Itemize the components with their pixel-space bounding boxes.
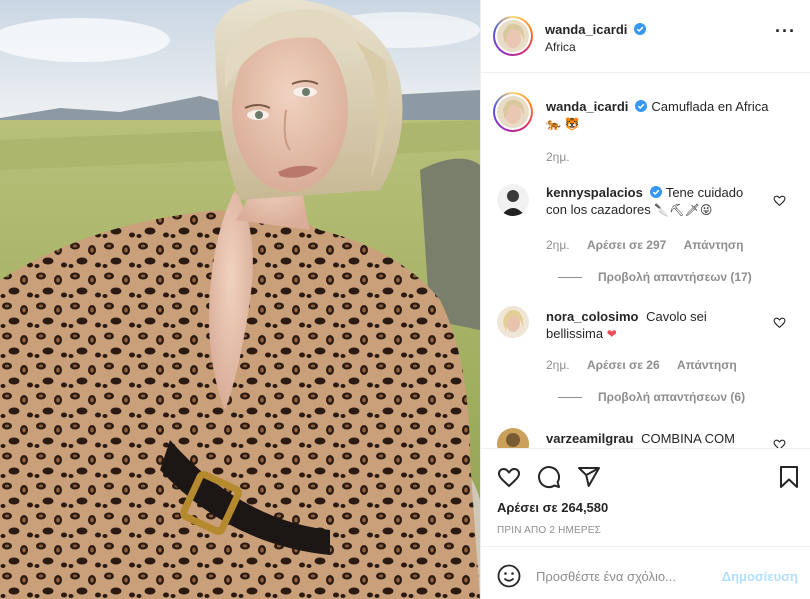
caption-text: Camuflada en Africa bbox=[651, 99, 769, 114]
comment-username[interactable]: kennyspalacios bbox=[546, 185, 643, 200]
like-comment-heart-icon[interactable] bbox=[773, 438, 786, 448]
avatar-image bbox=[497, 96, 529, 128]
comment-input[interactable] bbox=[536, 561, 706, 591]
divider-line bbox=[558, 277, 582, 279]
avatar-image bbox=[497, 20, 529, 52]
author-username[interactable]: wanda_icardi bbox=[545, 22, 627, 37]
comment-likes[interactable]: Αρέσει σε 297 bbox=[587, 238, 666, 252]
caption-emoji: 🐅 🐯 bbox=[546, 117, 580, 131]
post-location[interactable]: Africa bbox=[545, 40, 576, 54]
author-avatar[interactable] bbox=[493, 16, 533, 56]
view-replies-label: Προβολή απαντήσεων (6) bbox=[598, 390, 746, 404]
bookmark-icon[interactable] bbox=[777, 465, 801, 489]
more-options-icon[interactable]: ··· bbox=[775, 22, 796, 40]
avatar-image bbox=[497, 306, 529, 338]
caption-time[interactable]: 2ημ. bbox=[546, 150, 570, 164]
like-comment-heart-icon[interactable] bbox=[773, 194, 786, 207]
caption-username[interactable]: wanda_icardi bbox=[546, 99, 628, 114]
comment-username[interactable]: nora_colosimo bbox=[546, 309, 638, 324]
post-comment-button[interactable]: Δημοσίευση bbox=[722, 569, 798, 584]
comment-text: Cavolo sei bbox=[646, 309, 707, 324]
post-time[interactable]: ΠΡΙΝ ΑΠΟ 2 ΗΜΕΡΕΣ bbox=[497, 525, 601, 536]
post-photo[interactable] bbox=[0, 0, 480, 599]
view-replies-button[interactable]: Προβολή απαντήσεων (6) bbox=[544, 390, 745, 404]
comment-emoji: 🔪⛏🗡😜 bbox=[654, 203, 713, 217]
likes-count[interactable]: Αρέσει σε 264,580 bbox=[497, 500, 608, 515]
comment-time[interactable]: 2ημ. bbox=[546, 358, 570, 372]
comment-icon[interactable] bbox=[537, 465, 561, 489]
view-replies-button[interactable]: Προβολή απαντήσεων (17) bbox=[544, 270, 752, 284]
post-details-panel: wanda_icardi Africa ··· wanda_icardi Cam… bbox=[480, 0, 810, 599]
comment-text: Tene cuidado bbox=[665, 185, 744, 200]
reply-button[interactable]: Απάντηση bbox=[677, 358, 737, 372]
commenter-avatar[interactable] bbox=[497, 306, 529, 338]
verified-badge-icon bbox=[635, 100, 648, 112]
post-header: wanda_icardi Africa ··· bbox=[481, 0, 810, 73]
comment-username[interactable]: varzeamilgrau bbox=[546, 431, 633, 446]
verified-badge-icon bbox=[634, 23, 646, 35]
reply-button[interactable]: Απάντηση bbox=[684, 238, 744, 252]
comment-text: COMBINA COM bbox=[641, 431, 735, 446]
post-actions: Αρέσει σε 264,580 ΠΡΙΝ ΑΠΟ 2 ΗΜΕΡΕΣ bbox=[481, 448, 810, 546]
post-image bbox=[0, 0, 480, 599]
heart-emoji: ❤ bbox=[606, 327, 617, 341]
share-icon[interactable] bbox=[577, 465, 601, 489]
comment-text-line2: con los cazadores bbox=[546, 202, 651, 217]
caption-avatar[interactable] bbox=[493, 92, 533, 132]
comments-list[interactable]: wanda_icardi Camuflada en Africa 🐅 🐯 2ημ.… bbox=[481, 74, 810, 448]
comment-likes[interactable]: Αρέσει σε 26 bbox=[587, 358, 660, 372]
divider-line bbox=[558, 397, 582, 399]
verified-badge-icon bbox=[649, 186, 662, 198]
commenter-avatar[interactable] bbox=[497, 428, 529, 448]
like-comment-heart-icon[interactable] bbox=[773, 316, 786, 329]
emoji-picker-icon[interactable] bbox=[497, 564, 521, 588]
comment-text-line2: bellissima bbox=[546, 326, 604, 341]
avatar-image bbox=[497, 428, 529, 448]
avatar-image bbox=[497, 184, 529, 216]
commenter-avatar[interactable] bbox=[497, 184, 529, 216]
heart-icon[interactable] bbox=[497, 465, 521, 489]
comment-time[interactable]: 2ημ. bbox=[546, 238, 570, 252]
add-comment-bar: Δημοσίευση bbox=[481, 546, 810, 599]
view-replies-label: Προβολή απαντήσεων (17) bbox=[598, 270, 752, 284]
